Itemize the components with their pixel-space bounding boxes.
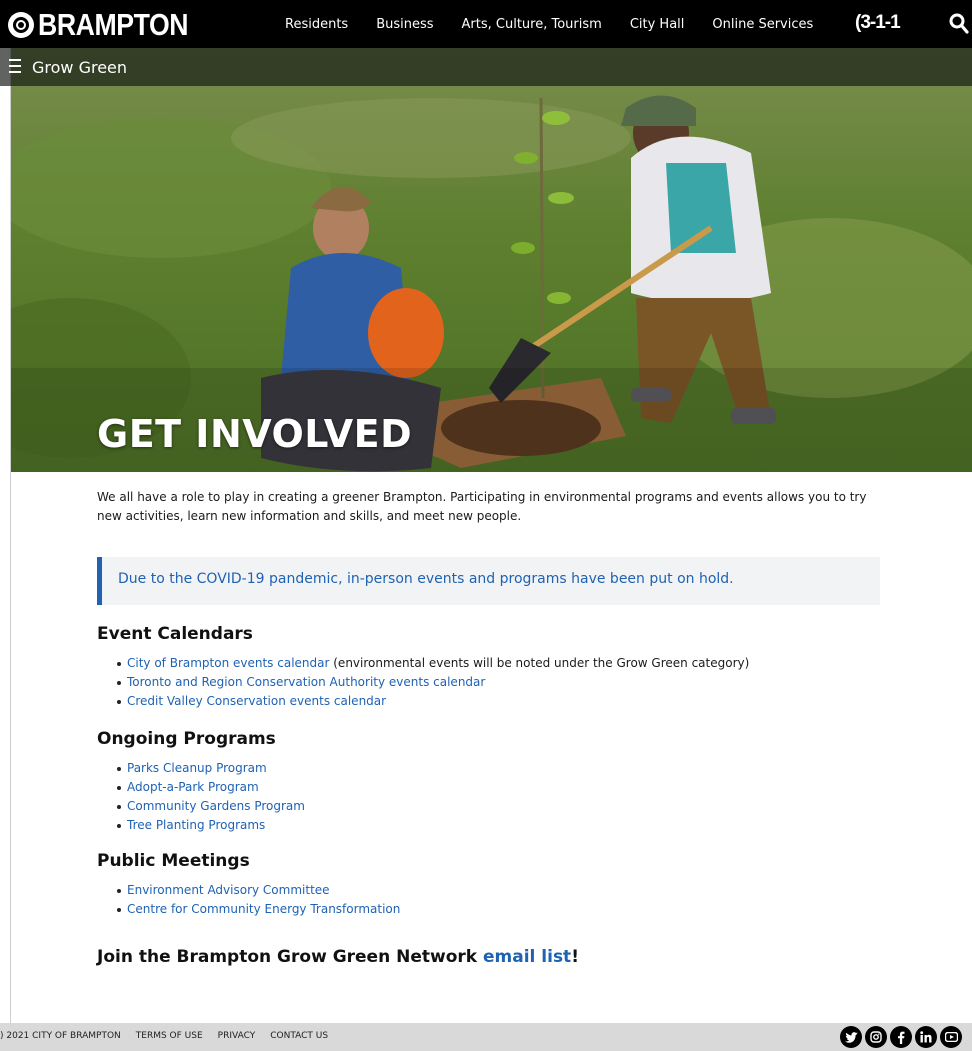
terms-of-use-link[interactable]: TERMS OF USE [136,1031,203,1041]
join-text: Join the Brampton Grow Green Network [97,947,483,967]
nav-city-hall[interactable]: City Hall [630,17,685,32]
copyright-text: ) 2021 CITY OF BRAMPTON [0,1031,121,1041]
privacy-link[interactable]: PRIVACY [218,1031,256,1041]
linkedin-icon[interactable] [915,1026,937,1048]
flower-logo-icon [8,12,34,38]
tree-planting-link[interactable]: Tree Planting Programs [127,818,265,832]
event-calendars-section: Event Calendars City of Brampton events … [97,624,749,711]
section-heading: Public Meetings [97,851,250,871]
hero-image [11,48,972,472]
ongoing-programs-list: Parks Cleanup Program Adopt-a-Park Progr… [97,759,305,835]
join-exclamation: ! [571,947,579,967]
nav-residents[interactable]: Residents [285,17,348,32]
twitter-icon[interactable] [840,1026,862,1048]
footer: ) 2021 CITY OF BRAMPTON TERMS OF USE PRI… [0,1023,972,1051]
main-content: We all have a role to play in creating a… [97,488,887,967]
ongoing-programs-section: Ongoing Programs Parks Cleanup Program A… [97,729,305,835]
brampton-logo[interactable]: BRAMPTON [8,9,213,41]
email-list-link[interactable]: email list [483,947,571,967]
section-title[interactable]: Grow Green [32,58,127,77]
list-item: City of Brampton events calendar (enviro… [97,654,749,673]
nav-business[interactable]: Business [376,17,433,32]
notice-text: Due to the COVID-19 pandemic, in-person … [118,571,734,587]
public-meetings-list: Environment Advisory Committee Centre fo… [97,881,400,919]
hamburger-menu-icon[interactable] [9,59,21,73]
community-energy-transformation-link[interactable]: Centre for Community Energy Transformati… [127,902,400,916]
city-events-calendar-link[interactable]: City of Brampton events calendar [127,656,329,670]
list-item: Parks Cleanup Program [97,759,305,778]
logo-wordmark: BRAMPTON [38,7,189,42]
search-icon[interactable] [949,13,969,35]
list-item-note: (environmental events will be noted unde… [329,656,750,670]
311-link[interactable]: (3-1-1 [855,12,901,34]
footer-links: ) 2021 CITY OF BRAMPTON TERMS OF USE PRI… [0,1031,343,1041]
section-nav-bar [0,48,972,86]
cvc-events-calendar-link[interactable]: Credit Valley Conservation events calend… [127,694,386,708]
youtube-icon[interactable] [940,1026,962,1048]
list-item: Environment Advisory Committee [97,881,400,900]
tree-planting-photo [11,48,972,472]
section-heading: Ongoing Programs [97,729,276,749]
list-item: Centre for Community Energy Transformati… [97,900,400,919]
list-item: Community Gardens Program [97,797,305,816]
list-item: Toronto and Region Conservation Authorit… [97,673,749,692]
community-gardens-link[interactable]: Community Gardens Program [127,799,305,813]
list-item: Credit Valley Conservation events calend… [97,692,749,711]
section-heading: Event Calendars [97,624,253,644]
list-item: Tree Planting Programs [97,816,305,835]
join-network-callout: Join the Brampton Grow Green Network ema… [97,947,579,967]
event-calendars-list: City of Brampton events calendar (enviro… [97,654,749,711]
covid-notice: Due to the COVID-19 pandemic, in-person … [97,557,880,605]
facebook-icon[interactable] [890,1026,912,1048]
parks-cleanup-link[interactable]: Parks Cleanup Program [127,761,267,775]
intro-paragraph: We all have a role to play in creating a… [97,490,867,523]
adopt-a-park-link[interactable]: Adopt-a-Park Program [127,780,259,794]
top-navigation: BRAMPTON Residents Business Arts, Cultur… [0,0,972,48]
public-meetings-section: Public Meetings Environment Advisory Com… [97,851,400,919]
environment-advisory-committee-link[interactable]: Environment Advisory Committee [127,883,330,897]
nav-arts-culture-tourism[interactable]: Arts, Culture, Tourism [462,17,602,32]
instagram-icon[interactable] [865,1026,887,1048]
contact-us-link[interactable]: CONTACT US [270,1031,328,1041]
nav-online-services[interactable]: Online Services [712,17,813,32]
hero-heading: GET INVOLVED [97,412,413,456]
list-item: Adopt-a-Park Program [97,778,305,797]
trca-events-calendar-link[interactable]: Toronto and Region Conservation Authorit… [127,675,485,689]
main-nav: Residents Business Arts, Culture, Touris… [285,0,841,48]
